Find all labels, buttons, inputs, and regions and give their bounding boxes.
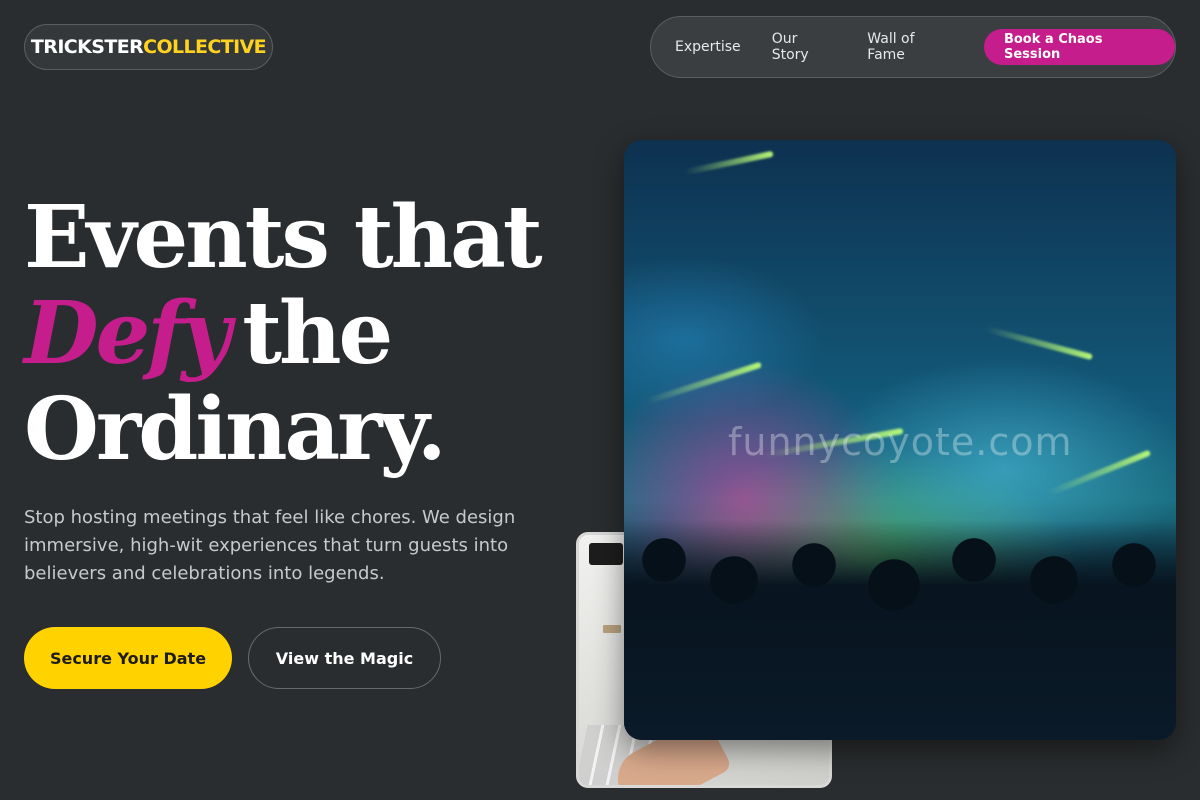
hero-title: Events that Defy the Ordinary. [24, 187, 543, 480]
hero-title-line3: Ordinary. [24, 379, 447, 480]
hero-title-line1: Events that [24, 187, 543, 288]
view-the-magic-button[interactable]: View the Magic [248, 627, 441, 689]
hero-description: Stop hosting meetings that feel like cho… [24, 507, 516, 584]
notepad-shape [603, 625, 621, 633]
brand-logo-part1: TRICKSTER [30, 36, 144, 58]
secure-your-date-button[interactable]: Secure Your Date [24, 627, 232, 689]
image-watermark: funnycoyote.com [728, 420, 1073, 464]
concert-crowd-image: funnycoyote.com [624, 140, 1176, 740]
book-chaos-session-button[interactable]: Book a Chaos Session [983, 29, 1175, 65]
brand-logo[interactable]: TRICKSTER COLLECTIVE [24, 24, 273, 70]
hero-title-line2-rest: the [242, 283, 393, 384]
hero-title-line2: Defy the [24, 286, 540, 382]
brand-logo-part2: COLLECTIVE [143, 36, 267, 58]
main-nav: Expertise Our Story Wall of Fame Book a … [650, 16, 1176, 78]
nav-link-our-story[interactable]: Our Story [772, 31, 836, 63]
phone-shape [589, 543, 623, 565]
crowd-silhouette [624, 520, 1176, 740]
nav-link-expertise[interactable]: Expertise [675, 39, 741, 55]
nav-link-wall-of-fame[interactable]: Wall of Fame [867, 31, 952, 63]
hero-title-accent: Defy [24, 283, 231, 384]
